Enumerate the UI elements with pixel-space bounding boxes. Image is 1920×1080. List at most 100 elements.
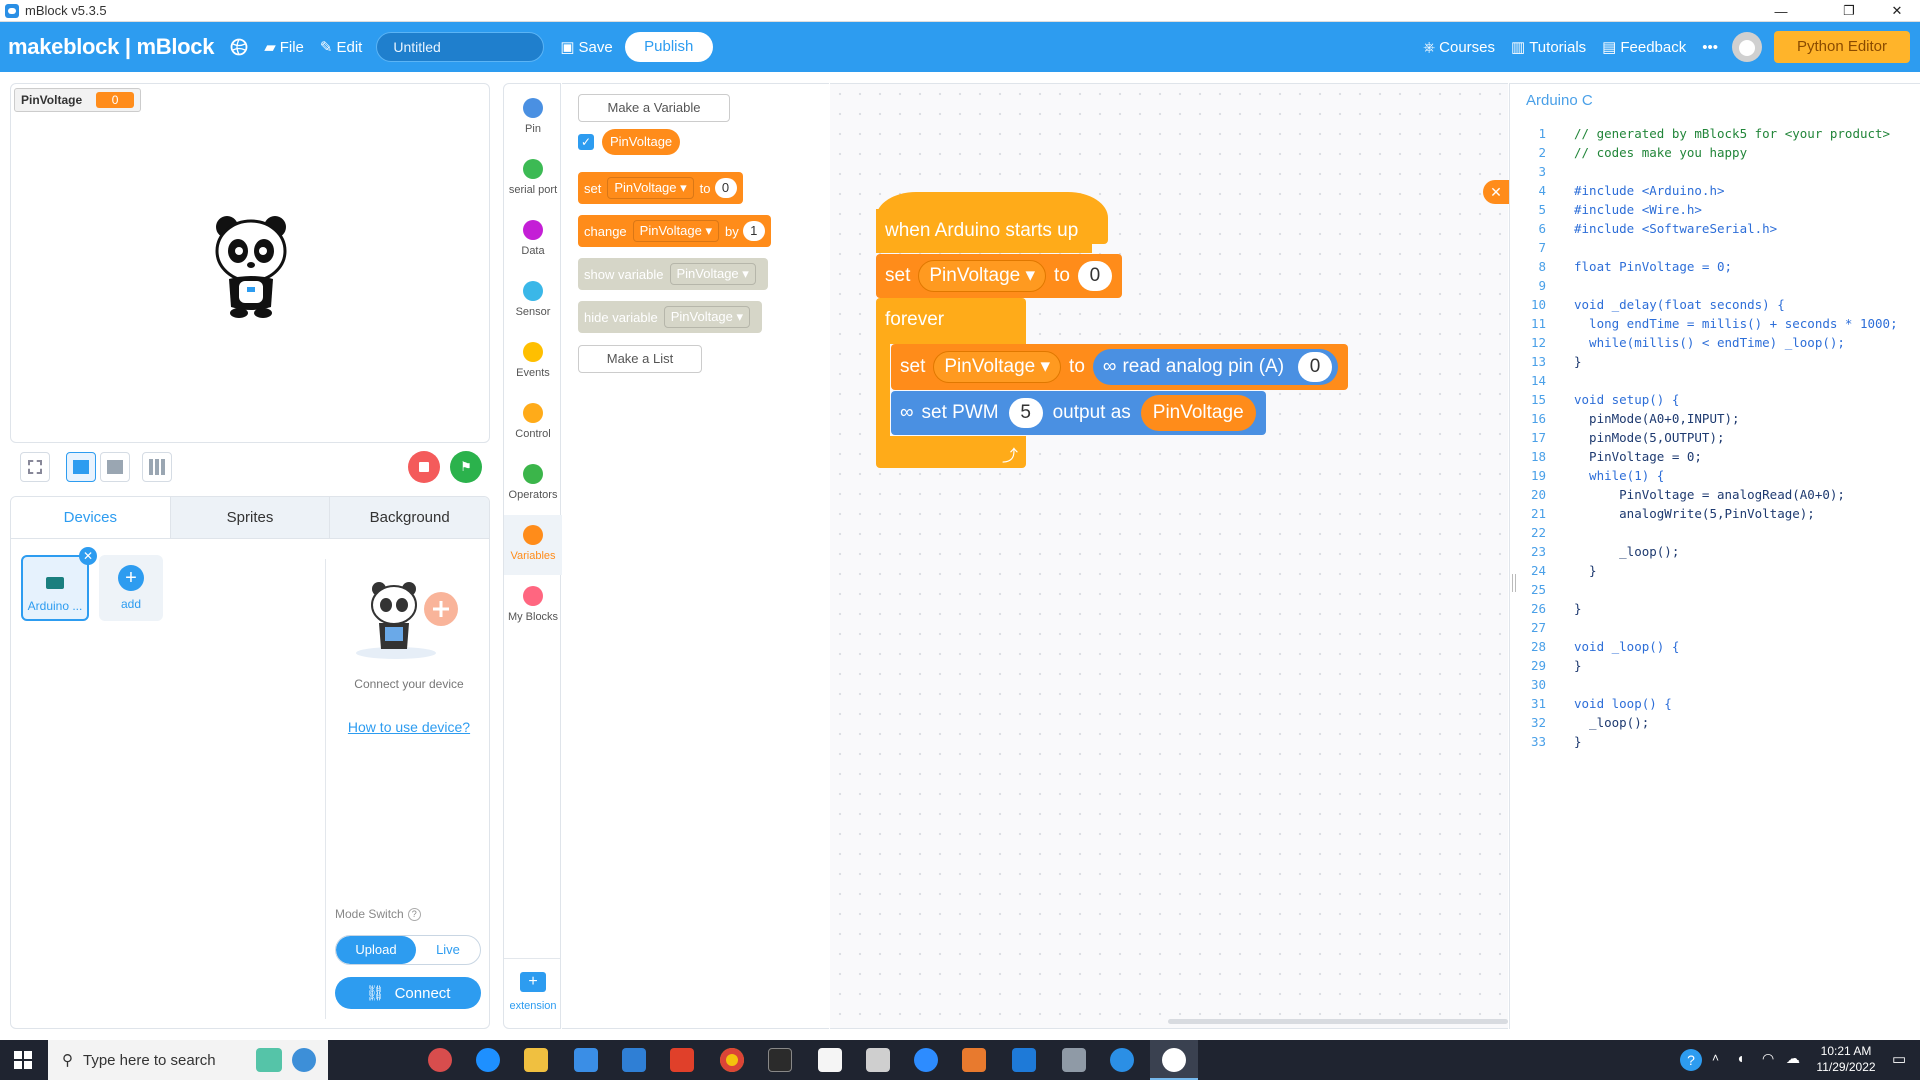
notifications-icon[interactable]: ▭ bbox=[1892, 1050, 1906, 1068]
variable-dropdown[interactable]: PinVoltage ▾ bbox=[933, 351, 1062, 383]
user-avatar[interactable] bbox=[1732, 32, 1762, 62]
make-list-button[interactable]: Make a List bbox=[578, 345, 702, 373]
variable-dropdown[interactable]: PinVoltage ▾ bbox=[632, 220, 719, 242]
forever-block[interactable]: forever bbox=[876, 298, 1026, 344]
set-variable-block[interactable]: set PinVoltage ▾ to 0 bbox=[578, 172, 743, 204]
upload-mode-button[interactable]: Upload bbox=[336, 936, 416, 964]
tab-sprites[interactable]: Sprites bbox=[169, 497, 330, 538]
variable-dropdown[interactable]: PinVoltage ▾ bbox=[607, 177, 694, 199]
set-pwm-block[interactable]: ∞ set PWM 5 output as PinVoltage bbox=[891, 391, 1266, 435]
arduino-code-view[interactable]: 1 // generated by mBlock5 for <your produ… bbox=[1518, 124, 1898, 751]
category-sensor[interactable]: Sensor bbox=[504, 281, 562, 318]
green-flag-button[interactable]: ⚑ bbox=[450, 451, 482, 483]
app-icon-1[interactable] bbox=[428, 1048, 452, 1072]
language-globe-icon[interactable] bbox=[230, 38, 248, 56]
set-variable-read-block[interactable]: set PinVoltage ▾ to ∞ read analog pin (A… bbox=[891, 344, 1349, 390]
mblock-taskbar-button[interactable] bbox=[1150, 1040, 1198, 1080]
edit-menu[interactable]: ✎ Edit bbox=[320, 38, 362, 57]
category-serial-port[interactable]: serial port bbox=[504, 159, 562, 196]
zoom-icon[interactable] bbox=[914, 1048, 938, 1072]
script-workspace[interactable]: when Arduino starts up set PinVoltage ▾ … bbox=[830, 83, 1509, 1029]
category-data[interactable]: Data bbox=[504, 220, 562, 257]
variable-dropdown[interactable]: PinVoltage ▾ bbox=[918, 260, 1047, 292]
maximize-button[interactable]: ❐ bbox=[1826, 0, 1872, 22]
variable-checkbox[interactable]: ✓ bbox=[578, 134, 594, 150]
variable-dropdown[interactable]: PinVoltage ▾ bbox=[663, 306, 751, 328]
vscode-icon[interactable] bbox=[1012, 1048, 1036, 1072]
hide-variable-block[interactable]: hide variable PinVoltage ▾ bbox=[578, 301, 763, 333]
horizontal-scrollbar[interactable] bbox=[1168, 1019, 1508, 1024]
variable-reporter-block[interactable]: PinVoltage bbox=[602, 129, 681, 155]
project-name-input[interactable]: Untitled bbox=[376, 32, 545, 62]
how-to-use-device-link[interactable]: How to use device? bbox=[327, 719, 489, 735]
publish-button[interactable]: Publish bbox=[624, 32, 713, 62]
help-tray-icon[interactable]: ? bbox=[1680, 1049, 1702, 1071]
close-code-panel-icon[interactable]: ✕ bbox=[1483, 180, 1509, 204]
acrobat-icon[interactable] bbox=[818, 1048, 842, 1072]
python-editor-button[interactable]: Python Editor bbox=[1774, 31, 1910, 63]
feedback-link[interactable]: ▤ Feedback bbox=[1602, 38, 1686, 57]
category-control[interactable]: Control bbox=[504, 403, 562, 440]
analog-pin-input[interactable]: 0 bbox=[1298, 352, 1333, 382]
make-variable-button[interactable]: Make a Variable bbox=[578, 94, 730, 122]
terminal-icon[interactable] bbox=[768, 1048, 792, 1072]
mail-icon[interactable] bbox=[622, 1048, 646, 1072]
calculator-icon[interactable] bbox=[866, 1048, 890, 1072]
store-icon[interactable] bbox=[574, 1048, 598, 1072]
category-operators[interactable]: Operators bbox=[504, 464, 562, 501]
category-pin[interactable]: Pin bbox=[504, 98, 562, 135]
resize-handle[interactable] bbox=[1512, 574, 1516, 592]
stage-area[interactable] bbox=[10, 83, 490, 443]
windows-start-icon[interactable] bbox=[14, 1051, 32, 1069]
remove-device-icon[interactable]: ✕ bbox=[79, 547, 97, 565]
courses-link[interactable]: ⎈ Courses bbox=[1423, 39, 1495, 56]
edge-icon[interactable] bbox=[476, 1048, 500, 1072]
tab-background[interactable]: Background bbox=[329, 497, 489, 538]
volume-icon[interactable]: ◖ bbox=[1736, 1050, 1744, 1066]
init-value-input[interactable]: 0 bbox=[1077, 261, 1112, 291]
variable-reporter[interactable]: PinVoltage bbox=[1140, 395, 1256, 431]
live-mode-button[interactable]: Live bbox=[416, 936, 480, 964]
printer-icon[interactable] bbox=[1062, 1048, 1086, 1072]
minimize-button[interactable]: — bbox=[1758, 0, 1804, 22]
close-window-button[interactable]: ✕ bbox=[1874, 0, 1920, 22]
device-card-arduino[interactable]: Arduino ... bbox=[21, 555, 89, 621]
category-my-blocks[interactable]: My Blocks bbox=[504, 586, 562, 623]
panda-sprite[interactable] bbox=[211, 209, 291, 319]
cloud-icon[interactable]: ☁ bbox=[1786, 1050, 1800, 1067]
more-menu-button[interactable]: ••• bbox=[1702, 39, 1718, 56]
read-analog-pin-block[interactable]: ∞ read analog pin (A) 0 bbox=[1092, 349, 1339, 385]
category-variables[interactable]: Variables bbox=[504, 515, 562, 575]
fullscreen-button[interactable] bbox=[20, 452, 50, 482]
wifi-icon[interactable]: ◠ bbox=[1762, 1050, 1774, 1067]
show-variable-block[interactable]: show variable PinVoltage ▾ bbox=[578, 258, 768, 290]
stop-button[interactable] bbox=[408, 451, 440, 483]
large-stage-button[interactable] bbox=[66, 452, 96, 482]
grid-view-button[interactable] bbox=[142, 452, 172, 482]
file-menu[interactable]: ▰ File bbox=[264, 38, 304, 57]
clock[interactable]: 10:21 AM 11/29/2022 bbox=[1808, 1043, 1884, 1075]
tray-chevron-icon[interactable]: ˄ bbox=[1712, 1051, 1719, 1065]
help-icon[interactable]: ? bbox=[407, 907, 421, 921]
chrome-icon[interactable] bbox=[720, 1048, 744, 1072]
save-button[interactable]: ▣ Save bbox=[560, 38, 612, 57]
connect-button[interactable]: ⛓ Connect bbox=[335, 977, 481, 1009]
when-arduino-starts-block[interactable]: when Arduino starts up bbox=[876, 209, 1092, 253]
change-value-input[interactable]: 1 bbox=[742, 221, 765, 241]
change-variable-block[interactable]: change PinVoltage ▾ by 1 bbox=[578, 215, 771, 247]
small-stage-button[interactable] bbox=[100, 452, 130, 482]
variable-dropdown[interactable]: PinVoltage ▾ bbox=[669, 263, 756, 285]
pwm-pin-input[interactable]: 5 bbox=[1008, 398, 1043, 428]
app-icon-2[interactable] bbox=[1110, 1048, 1134, 1072]
add-device-button[interactable]: + add bbox=[99, 555, 163, 621]
tab-devices[interactable]: Devices bbox=[11, 497, 170, 538]
tutorials-link[interactable]: ▥ Tutorials bbox=[1511, 38, 1586, 57]
category-events[interactable]: Events bbox=[504, 342, 562, 379]
taskbar-search-box[interactable]: ⚲ Type here to search bbox=[48, 1040, 328, 1080]
media-player-icon[interactable] bbox=[962, 1048, 986, 1072]
office-icon[interactable] bbox=[670, 1048, 694, 1072]
extension-button[interactable]: + extension bbox=[504, 972, 562, 1012]
set-variable-block[interactable]: set PinVoltage ▾ to 0 bbox=[876, 254, 1122, 298]
file-explorer-icon[interactable] bbox=[524, 1048, 548, 1072]
set-value-input[interactable]: 0 bbox=[714, 178, 737, 198]
